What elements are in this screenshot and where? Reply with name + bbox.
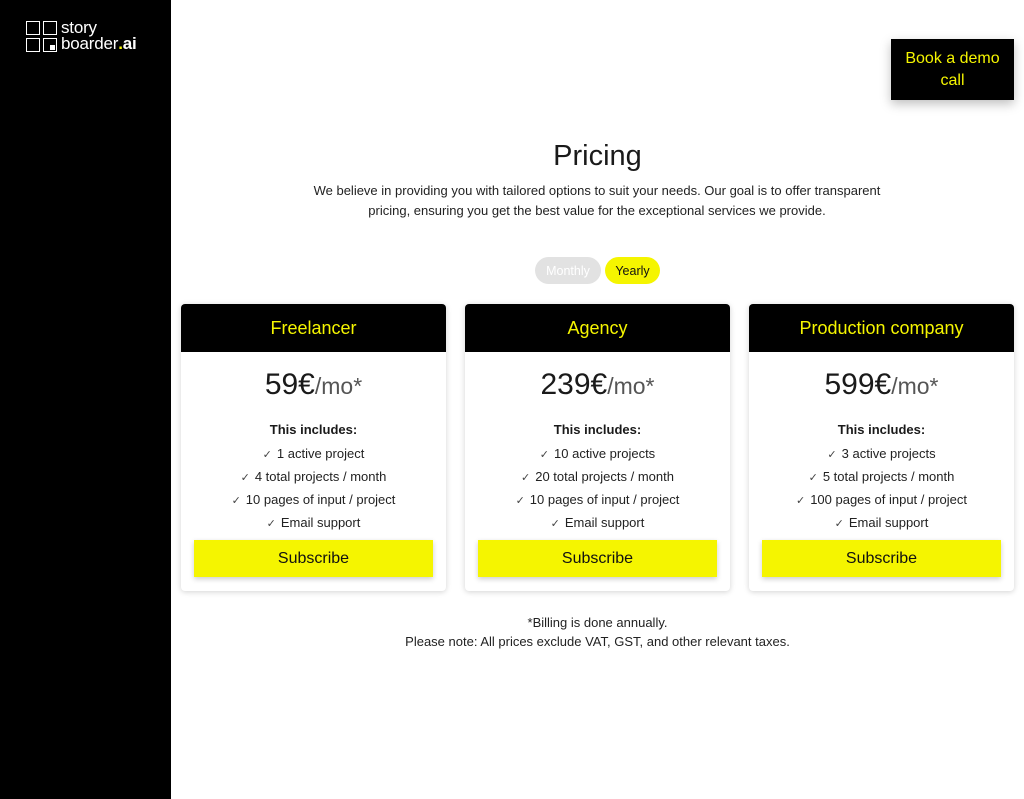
plan-price: 59€ /mo* (181, 368, 446, 404)
includes-label: This includes: (269, 422, 358, 437)
price-period: /mo* (607, 373, 655, 399)
toggle-yearly[interactable]: Yearly (605, 257, 660, 284)
plan-price: 599€ /mo* (749, 368, 1014, 404)
brand-wordmark: story boarder.ai (61, 18, 137, 53)
checkmark-icon: ✓ (515, 495, 525, 507)
feature-item: ✓ 1 active project (181, 443, 446, 466)
plan-card-production-company: Production company 599€ /mo* This includ… (749, 304, 1014, 591)
price-amount: 59€ (264, 368, 315, 401)
price-period: /mo* (891, 373, 939, 399)
subscribe-button[interactable]: Subscribe (478, 540, 717, 577)
brand-logo[interactable]: story boarder.ai (26, 18, 137, 53)
tax-note-line: Please note: All prices exclude VAT, GST… (405, 634, 790, 649)
price-amount: 599€ (824, 368, 892, 401)
sidebar: story boarder.ai (0, 0, 171, 799)
plan-price: 239€ /mo* (465, 368, 730, 404)
checkmark-icon: ✓ (827, 449, 837, 461)
checkmark-icon: ✓ (240, 472, 250, 484)
feature-list: ✓ 10 active projects ✓ 20 total projects /… (465, 443, 730, 535)
feature-item: ✓ 10 active projects (465, 443, 730, 466)
plan-name: Freelancer (181, 304, 446, 352)
page-title: Pricing (553, 140, 642, 172)
includes-label: This includes: (553, 422, 642, 437)
feature-list: ✓ 1 active project ✓ 4 total projects / mo… (181, 443, 446, 535)
toggle-monthly[interactable]: Monthly (535, 257, 601, 284)
checkmark-icon: ✓ (262, 449, 272, 461)
feature-item: ✓ Email support (749, 512, 1014, 535)
subscribe-button[interactable]: Subscribe (194, 540, 433, 577)
feature-item: ✓ 10 pages of input / project (465, 489, 730, 512)
feature-item: ✓ 3 active projects (749, 443, 1014, 466)
plan-card-freelancer: Freelancer 59€ /mo* This includes: ✓ 1 ac… (181, 304, 446, 591)
checkmark-icon: ✓ (521, 472, 531, 484)
checkmark-icon: ✓ (550, 518, 560, 530)
page-subtitle: We believe in providing you with tailore… (313, 183, 881, 218)
checkmark-icon: ✓ (266, 518, 276, 530)
billing-toggle: Monthly Yearly (535, 257, 660, 284)
feature-item: ✓ Email support (465, 512, 730, 535)
feature-item: ✓ 5 total projects / month (749, 466, 1014, 489)
checkmark-icon: ✓ (795, 495, 806, 507)
feature-item: ✓ Email support (181, 512, 446, 535)
storyboarder-logo-icon (26, 20, 57, 52)
billing-note-line: *Billing is done annually. (527, 615, 668, 630)
feature-item: ✓ 4 total projects / month (181, 466, 446, 489)
checkmark-icon: ✓ (808, 472, 818, 484)
book-demo-button[interactable]: Book a demo call (891, 39, 1014, 100)
plan-name: Agency (465, 304, 730, 352)
subscribe-button[interactable]: Subscribe (762, 540, 1001, 577)
plan-card-agency: Agency 239€ /mo* This includes: ✓ 10 acti… (465, 304, 730, 591)
price-period: /mo* (314, 373, 363, 399)
includes-label: This includes: (837, 422, 926, 437)
feature-item: ✓ 10 pages of input / project (181, 489, 446, 512)
checkmark-icon: ✓ (834, 518, 844, 530)
feature-list: ✓ 3 active projects ✓ 5 total projects / m… (749, 443, 1014, 535)
feature-item: ✓ 100 pages of input / project (749, 489, 1014, 512)
price-amount: 239€ (540, 368, 608, 401)
plan-name: Production company (749, 304, 1014, 352)
feature-item: ✓ 20 total projects / month (465, 466, 730, 489)
checkmark-icon: ✓ (539, 449, 550, 461)
billing-note: *Billing is done annually. Please note: … (171, 613, 1024, 651)
checkmark-icon: ✓ (231, 495, 241, 507)
